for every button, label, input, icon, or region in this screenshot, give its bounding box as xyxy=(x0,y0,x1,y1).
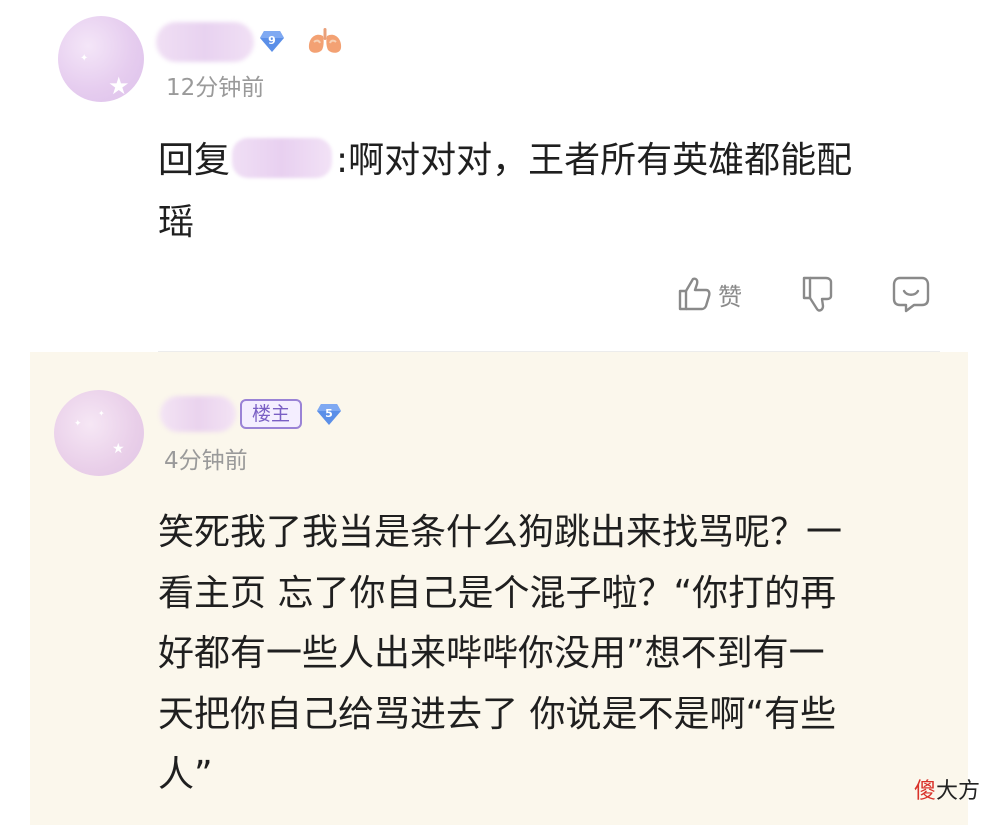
comment-text: 回复 :啊对对对，王者所有英雄都能配 瑶 xyxy=(158,130,948,254)
sparkle-icon: ✦ xyxy=(80,53,89,64)
dislike-button[interactable] xyxy=(798,272,838,316)
thumbs-down-icon xyxy=(802,276,833,312)
comment-item: ✦ ★ 9 12分钟前 回复 :啊对对对，王者所有英雄都能配 瑶 赞 xyxy=(30,0,968,352)
watermark-part: 大方 xyxy=(935,779,980,804)
comment-text-line: 看主页 忘了你自己是个混子啦？“你打的再 xyxy=(158,572,837,614)
comment-text-line: 瑶 xyxy=(158,202,195,243)
watermark: 傻大方 xyxy=(914,773,980,805)
comment-bubble-icon xyxy=(892,276,930,313)
sparkle-icon: ✦ xyxy=(98,409,105,418)
avatar[interactable]: ✦ ✦ ★ xyxy=(54,390,144,476)
reply-button[interactable] xyxy=(890,272,932,316)
lungs-icon xyxy=(308,28,342,53)
comment-text: 笑死我了我当是条什么狗跳出来找骂呢？一 看主页 忘了你自己是个混子啦？“你打的再… xyxy=(158,503,948,806)
comment-text-line: 好都有一些人出来哔哔你没用”想不到有一 xyxy=(158,633,825,674)
page: ✦ ★ 9 12分钟前 回复 :啊对对对，王者所有英雄都能配 瑶 赞 ✦ ✦ ★… xyxy=(0,0,1000,825)
level-badge: 5 xyxy=(316,402,342,426)
comment-text-line: 回复 :啊对对对，王者所有英雄都能配 xyxy=(158,130,948,192)
comment-feed: ✦ ★ 9 12分钟前 回复 :啊对对对，王者所有英雄都能配 瑶 赞 ✦ ✦ ★… xyxy=(30,0,968,825)
comment-text-line: 笑死我了我当是条什么狗跳出来找骂呢？一 xyxy=(158,512,843,553)
reply-body: :啊对对对，王者所有英雄都能配 xyxy=(336,140,853,181)
avatar[interactable]: ✦ ★ xyxy=(58,16,144,102)
comment-text-line: 人” xyxy=(158,754,213,795)
thread-author-tag: 楼主 xyxy=(240,399,302,429)
mentioned-user-blurred[interactable] xyxy=(232,138,333,178)
username-blurred[interactable] xyxy=(156,22,254,62)
username-blurred[interactable] xyxy=(160,396,236,432)
sparkle-icon: ★ xyxy=(112,441,125,457)
reply-prefix: 回复 xyxy=(158,140,231,181)
sparkle-icon: ✦ xyxy=(74,419,82,429)
thumbs-up-icon xyxy=(678,277,711,311)
timestamp: 4分钟前 xyxy=(164,448,248,474)
sparkle-icon: ★ xyxy=(108,72,130,100)
watermark-part: 傻 xyxy=(913,779,936,804)
level-badge: 9 xyxy=(259,29,285,53)
timestamp: 12分钟前 xyxy=(166,75,265,101)
comment-text-line: 天把你自己给骂进去了 你说是不是啊“有些 xyxy=(158,693,837,735)
like-label: 赞 xyxy=(718,282,742,311)
like-button[interactable]: 赞 xyxy=(674,272,742,316)
